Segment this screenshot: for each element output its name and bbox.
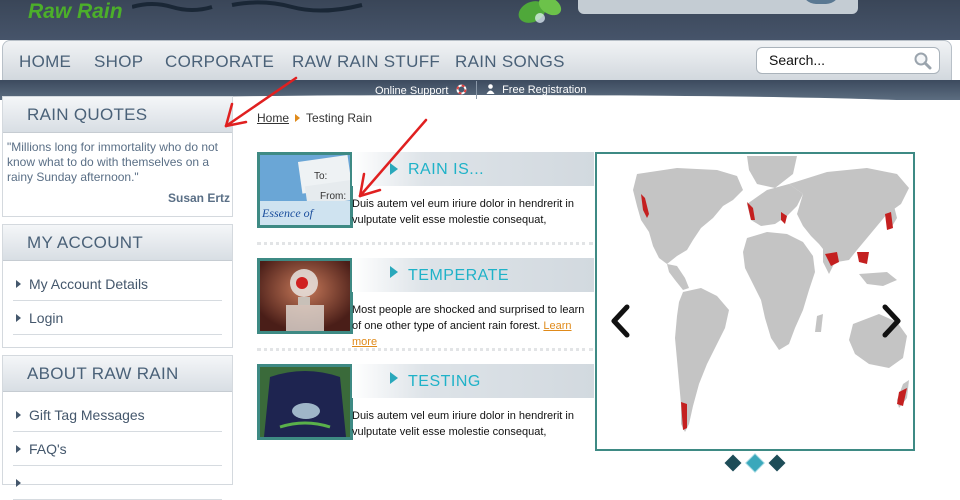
rain-quotes-box: RAIN QUOTES "Millions long for immortali… bbox=[2, 96, 233, 217]
about-raw-rain-box: ABOUT RAW RAIN Gift Tag Messages FAQ's bbox=[2, 355, 233, 500]
sidebar-item-login[interactable]: Login bbox=[13, 301, 222, 335]
item-divider bbox=[257, 242, 593, 245]
map-rainforest-marker bbox=[857, 252, 869, 264]
search-input[interactable] bbox=[769, 48, 919, 72]
svg-text:To:: To: bbox=[314, 171, 327, 182]
breadcrumb-home-link[interactable]: Home bbox=[257, 111, 289, 125]
nav-corporate[interactable]: CORPORATE bbox=[165, 52, 274, 72]
site-header: Raw Rain bbox=[0, 0, 960, 40]
item-title-testing[interactable]: TESTING bbox=[408, 373, 481, 391]
main-navigation: HOME SHOP CORPORATE RAW RAIN STUFF RAIN … bbox=[2, 40, 952, 80]
leaf-drop-icon bbox=[518, 0, 562, 23]
my-account-heading: MY ACCOUNT bbox=[3, 225, 232, 261]
sidebar-item-my-account-details[interactable]: My Account Details bbox=[13, 267, 222, 301]
nav-raw-rain-stuff[interactable]: RAW RAIN STUFF bbox=[292, 52, 440, 72]
lifebuoy-icon bbox=[456, 84, 467, 95]
perfume-bottle-image bbox=[260, 261, 350, 331]
nav-home[interactable]: HOME bbox=[19, 52, 71, 72]
pouch-thumbnail[interactable] bbox=[257, 364, 353, 440]
nav-shop[interactable]: SHOP bbox=[94, 52, 143, 72]
gift-tag-thumbnail[interactable]: To: From: Essence of bbox=[257, 152, 353, 228]
about-raw-rain-heading: ABOUT RAW RAIN bbox=[3, 356, 232, 392]
rain-quotes-heading: RAIN QUOTES bbox=[3, 97, 232, 133]
gift-tag-image: To: From: Essence of bbox=[260, 155, 350, 225]
logo-tagline-fragment bbox=[131, 0, 382, 19]
item-title-temperate[interactable]: TEMPERATE bbox=[408, 267, 509, 285]
item-text-testing: Duis autem vel eum iriure dolor in hendr… bbox=[352, 410, 574, 438]
rain-quote-text: "Millions long for immortality who do no… bbox=[7, 140, 219, 184]
pouch-image bbox=[260, 367, 350, 437]
site-logo[interactable]: Raw Rain bbox=[28, 0, 123, 24]
item-divider bbox=[257, 348, 593, 351]
item-title-rain-is[interactable]: RAIN IS... bbox=[408, 161, 484, 179]
sidebar-item-faqs[interactable]: FAQ's bbox=[13, 432, 222, 466]
breadcrumb-current: Testing Rain bbox=[306, 111, 373, 125]
sidebar-item-partial[interactable] bbox=[13, 466, 222, 500]
utility-separator bbox=[476, 81, 477, 99]
perfume-bottle-thumbnail[interactable] bbox=[257, 258, 353, 334]
user-icon bbox=[486, 84, 495, 94]
world-map-image bbox=[633, 156, 909, 432]
world-map-slider[interactable] bbox=[595, 152, 915, 451]
search-box bbox=[756, 47, 940, 74]
my-account-box: MY ACCOUNT My Account Details Login bbox=[2, 224, 233, 348]
item-text-rain-is: Duis autem vel eum iriure dolor in hendr… bbox=[352, 198, 574, 226]
chevron-right-icon[interactable] bbox=[881, 304, 903, 338]
free-registration-link[interactable]: Free Registration bbox=[486, 84, 586, 96]
breadcrumb: Home Testing Rain bbox=[257, 111, 372, 125]
chevron-left-icon[interactable] bbox=[609, 304, 631, 338]
item-bullet-icon bbox=[390, 372, 398, 384]
triangle-right-icon bbox=[295, 114, 301, 122]
sidebar-item-gift-tag-messages[interactable]: Gift Tag Messages bbox=[13, 398, 222, 432]
slider-page-dot[interactable] bbox=[768, 454, 786, 472]
free-registration-label: Free Registration bbox=[502, 84, 587, 96]
slider-page-dot-active[interactable] bbox=[746, 454, 764, 472]
nav-rain-songs[interactable]: RAIN SONGS bbox=[455, 52, 565, 72]
magnifier-icon[interactable] bbox=[913, 52, 933, 70]
svg-text:Essence of: Essence of bbox=[261, 206, 315, 220]
item-bullet-icon bbox=[390, 266, 398, 278]
online-support-label: Online Support bbox=[375, 85, 449, 97]
online-support-link[interactable]: Online Support bbox=[375, 84, 467, 97]
item-text-temperate: Most people are shocked and surprised to… bbox=[352, 302, 596, 350]
rain-quote-author: Susan Ertz bbox=[167, 191, 230, 205]
slider-page-dot[interactable] bbox=[724, 454, 742, 472]
item-bullet-icon bbox=[390, 163, 398, 175]
svg-text:From:: From: bbox=[320, 191, 346, 202]
